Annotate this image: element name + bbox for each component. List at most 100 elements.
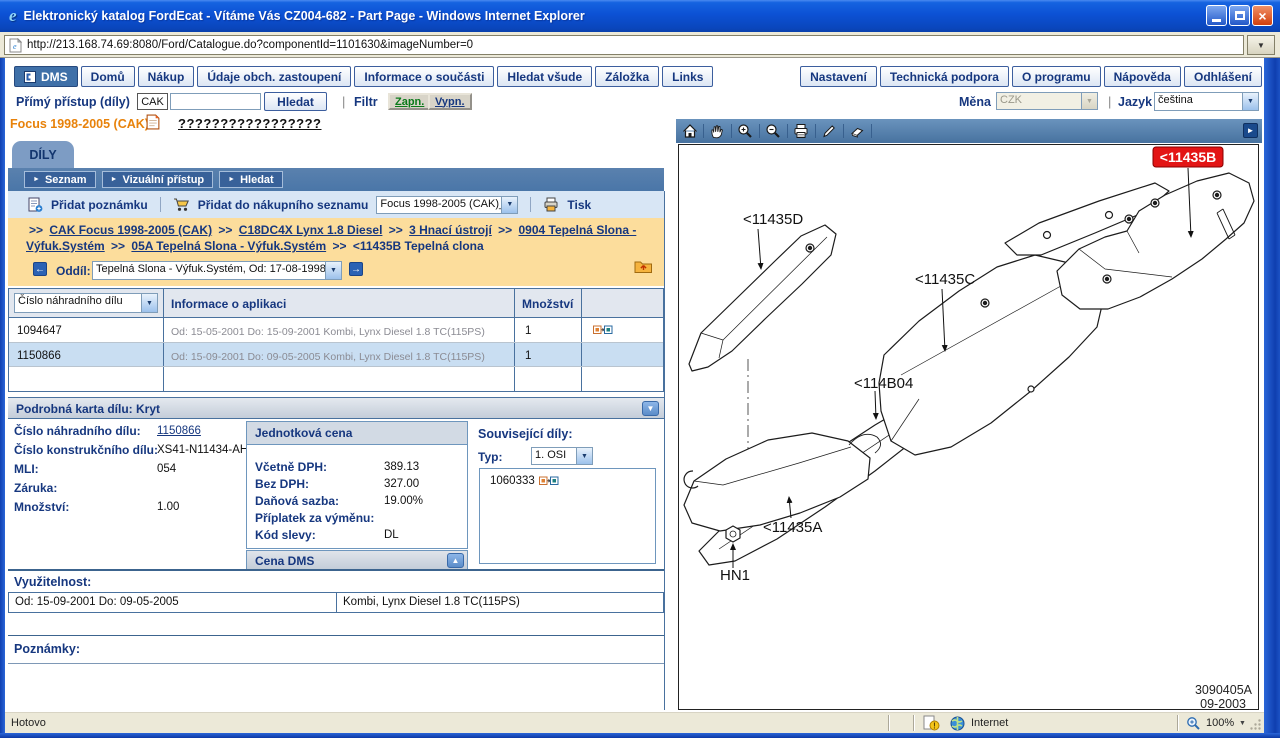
detail-warranty-label: Záruka: [14,481,57,495]
nav-help-button[interactable]: Nápověda [1104,66,1181,87]
add-to-shopping-list-label[interactable]: Přidat do nákupního seznamu [198,198,369,212]
close-button[interactable]: × [1252,5,1273,26]
visual-access-button[interactable]: ►Vizuální přístup [102,171,214,188]
dms-price-title: Cena DMS [255,554,314,568]
drawing-number: 3090405A [1195,683,1253,697]
previous-section-button[interactable]: ← [33,262,47,276]
unit-price-title: Jednotková cena [255,426,352,440]
svg-text:<11435B: <11435B [1160,149,1216,165]
next-section-button[interactable]: → [349,262,363,276]
breadcrumb-link-section[interactable]: 05A Tepelná Slona - Výfuk.Systém [131,239,326,253]
callout-11435a[interactable]: <11435A [763,519,822,536]
document-icon[interactable] [146,114,160,130]
nav-support-button[interactable]: Technická podpora [880,66,1009,87]
table-row-part-number[interactable]: 1094647 [17,325,62,337]
detail-card-title: Podrobná karta dílu: Kryt [16,402,160,416]
column-header-info: Informace o aplikaci [171,297,286,311]
print-image-icon[interactable] [793,123,809,139]
resize-grip[interactable] [1249,718,1262,731]
usage-row: Od: 15-09-2001 Do: 09-05-2005 Kombi, Lyn… [8,592,664,613]
nav-dms-label: DMS [41,70,68,84]
zoom-out-icon[interactable] [765,123,781,139]
expand-panel-button[interactable]: ► [1243,123,1258,138]
callout-11435b-highlighted[interactable]: <11435B [1153,147,1223,167]
callout-11435d[interactable]: <11435D [743,211,803,228]
cart-icon[interactable] [173,197,190,212]
nav-links-button[interactable]: Links [662,66,713,87]
breadcrumb: >> CAK Focus 1998-2005 (CAK) >> C18DC4X … [26,222,642,254]
dms-icon [24,71,36,83]
price-incl-vat: 389.13 [384,461,419,473]
direct-access-input[interactable] [170,93,261,110]
nav-dealer-data-button[interactable]: Údaje obch. zastoupení [197,66,351,87]
dropdown-arrow-icon: ▼ [1081,93,1097,109]
language-select[interactable]: čeština ▼ [1154,92,1259,111]
print-icon[interactable] [543,197,559,212]
internet-zone-icon [950,716,965,731]
zoom-in-icon[interactable] [737,123,753,139]
add-note-label[interactable]: Přidat poznámku [51,198,148,212]
part-diagram: <11435D <11435C <114B04 <11435A HN1 <114… [679,145,1258,709]
nav-dms-button[interactable]: DMS [14,66,78,87]
placeholder-link[interactable]: ????????????????? [178,116,322,131]
breadcrumb-link-vehicle[interactable]: CAK Focus 1998-2005 (CAK) [49,223,212,237]
home-icon[interactable] [682,123,698,139]
related-type-select[interactable]: 1. OSI ▼ [531,447,593,465]
nav-about-button[interactable]: O programu [1012,66,1101,87]
nav-bookmark-button[interactable]: Záložka [595,66,659,87]
window-border-bottom [0,733,1280,738]
callout-hn1[interactable]: HN1 [720,567,750,584]
part-number-column-select[interactable]: Číslo náhradního dílu ▼ [14,293,158,313]
address-input[interactable]: e http://213.168.74.69:8080/Ford/Catalog… [4,35,1244,55]
pan-hand-icon[interactable] [709,123,725,139]
part-shape-hn1-nut [726,526,740,542]
tab-dily[interactable]: DÍLY [12,141,74,168]
nav-purchase-button[interactable]: Nákup [138,66,195,87]
detail-card-header: Podrobná karta dílu: Kryt ▼ [8,397,664,419]
filter-on-button[interactable]: Zapn. [388,93,431,110]
drawing-date: 09-2003 [1200,697,1246,709]
table-row-part-number[interactable]: 1150866 [17,350,61,362]
search-view-button[interactable]: ►Hledat [219,171,283,188]
print-label[interactable]: Tisk [567,198,591,212]
breadcrumb-link-engine[interactable]: C18DC4X Lynx 1.8 Diesel [239,223,383,237]
section-select[interactable]: Tepelná Slona - Výfuk.Systém, Od: 17-08-… [92,261,342,280]
expand-dms-button[interactable]: ▲ [447,553,464,568]
address-dropdown-button[interactable]: ▼ [1247,35,1275,55]
nav-logout-button[interactable]: Odhlášení [1184,66,1262,87]
address-bar: e http://213.168.74.69:8080/Ford/Catalog… [0,32,1280,58]
detail-mli-label: MLI: [14,462,39,476]
shopping-list-select[interactable]: Focus 1998-2005 (CAK)_1 ▼ [376,196,518,214]
folder-up-icon[interactable] [634,258,653,274]
nav-search-all-button[interactable]: Hledat všude [497,66,592,87]
filter-off-button[interactable]: Vypn. [428,93,472,110]
nav-part-info-button[interactable]: Informace o součásti [354,66,494,87]
related-parts-list: 1060333 [479,468,656,564]
supersession-icon [539,476,559,486]
nav-home-button[interactable]: Domů [81,66,135,87]
part-shape-11435a [684,433,870,531]
play-icon: ► [228,176,235,183]
collapse-detail-button[interactable]: ▼ [642,401,659,416]
table-row-info: Od: 15-09-2001 Do: 09-05-2005 Kombi, Lyn… [171,351,485,363]
pencil-icon[interactable] [821,123,837,139]
add-note-icon[interactable] [28,197,43,213]
detail-qty-value: 1.00 [157,501,179,513]
callout-114b04[interactable]: <114B04 [854,375,913,392]
maximize-button[interactable] [1229,5,1250,26]
breadcrumb-link-group[interactable]: 3 Hnací ústrojí [409,223,492,237]
list-view-button[interactable]: ►Seznam [24,171,96,188]
detail-mli-value: 054 [157,463,176,475]
search-button[interactable]: Hledat [264,92,327,111]
zoom-dropdown-arrow[interactable]: ▼ [1239,720,1246,727]
part-number-link[interactable]: 1150866 [157,425,201,437]
supersession-icon[interactable] [593,325,613,335]
eraser-icon[interactable] [849,123,865,139]
minimize-button[interactable] [1206,5,1227,26]
nav-settings-button[interactable]: Nastavení [800,66,877,87]
callout-11435c[interactable]: <11435C [915,271,975,288]
related-part-item[interactable]: 1060333 [490,475,559,487]
usage-period: Od: 15-09-2001 Do: 09-05-2005 [15,596,179,608]
detail-qty-label: Množství: [14,500,69,514]
detail-eng-label: Číslo konstrukčního dílu: [14,443,158,457]
